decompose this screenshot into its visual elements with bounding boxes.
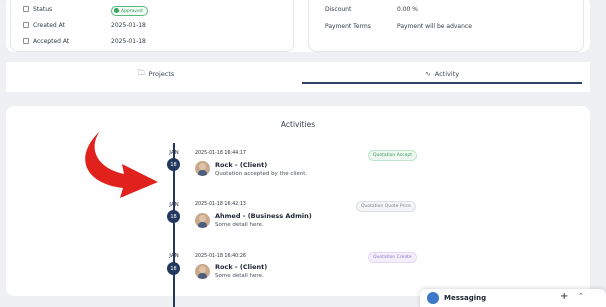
activity-timestamp: 2025-01-18 16:42:13 (195, 202, 246, 207)
activity-tag-label: Quotation Create (373, 255, 412, 260)
accepted-value: 2025-01-18 (111, 38, 146, 45)
discount-label: Discount (325, 6, 352, 13)
activity-timestamp: 2025-01-18 16:44:17 (195, 151, 246, 156)
messaging-bar[interactable]: Messaging + ⌃ (420, 289, 606, 307)
activity-tag: Quotation Accept (368, 150, 418, 161)
activity-icon: ∿ (424, 70, 431, 78)
status-label: Status (33, 6, 53, 13)
accepted-label: Accepted At (33, 38, 70, 45)
folder-icon: 🗀 (137, 68, 145, 77)
tab-projects[interactable]: 🗀 Projects (14, 62, 298, 86)
check-circle-icon (114, 8, 119, 13)
chevron-up-icon[interactable]: ⌃ (578, 292, 584, 300)
status-row: Status (23, 6, 52, 13)
calendar-icon (23, 22, 29, 28)
timeline-month: JAN (169, 253, 179, 259)
calendar-icon (23, 38, 29, 44)
accepted-row: Accepted At (23, 38, 69, 45)
messaging-label: Messaging (444, 294, 487, 302)
activity-user: Ahmed - (Business Admin) (215, 212, 312, 220)
activity-description: Some detail here. (215, 222, 264, 228)
activity-description: Some detail here. (215, 273, 264, 279)
created-value: 2025-01-18 (111, 22, 146, 29)
red-arrow-shape (85, 131, 158, 198)
activity-user: Rock - (Client) (215, 263, 268, 271)
avatar (195, 161, 210, 176)
payment-terms-label: Payment Terms (325, 23, 371, 30)
plus-icon[interactable]: + (560, 291, 568, 302)
avatar (195, 213, 210, 228)
created-row: Created At (23, 22, 65, 29)
quotation-details-card: Status Approved Created At 2025-01-18 Ac… (6, 0, 590, 52)
timeline-day: 18 (167, 210, 180, 223)
active-tab-indicator (302, 82, 582, 84)
activity-user: Rock - (Client) (215, 161, 268, 169)
created-label: Created At (33, 22, 66, 29)
tab-activity-label: Activity (434, 70, 460, 78)
timeline-month: JAN (169, 150, 179, 156)
activity-timestamp: 2025-01-18 16:40:26 (195, 254, 246, 259)
status-badge: Approved (111, 6, 148, 16)
avatar (195, 264, 210, 279)
details-left-panel: Status Approved Created At 2025-01-18 Ac… (10, 0, 294, 52)
document-icon (23, 6, 29, 12)
payment-terms-value: Payment will be advance (397, 23, 472, 30)
timeline-day: 18 (167, 158, 180, 171)
activity-tag: Quotation Quote Price (356, 201, 416, 212)
tab-bar: 🗀 Projects ∿ Activity (6, 62, 590, 92)
status-value: Approved (121, 9, 143, 14)
activity-tag-label: Quotation Accept (373, 153, 413, 158)
activity-tag-label: Quotation Quote Price (361, 204, 411, 209)
details-right-panel: Discount 0.00 % Payment Terms Payment wi… (308, 0, 584, 52)
activity-tag: Quotation Create (368, 252, 417, 263)
timeline-day: 18 (167, 262, 180, 275)
activity-description: Quotation accepted by the client. (215, 171, 308, 177)
red-arrow-annotation (85, 131, 158, 198)
discount-value: 0.00 % (397, 6, 418, 13)
tab-projects-label: Projects (148, 70, 175, 78)
avatar (427, 292, 439, 304)
timeline-month: JAN (169, 202, 179, 208)
